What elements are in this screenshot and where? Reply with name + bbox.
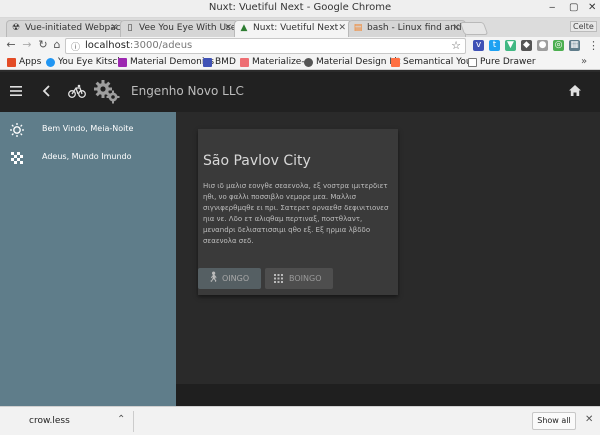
download-divider: [133, 411, 134, 432]
bookmark-label: You Eye Kitsch: [58, 57, 124, 67]
tab-label: Vue-initiated Webpack: [25, 23, 124, 33]
extension-vue-icon[interactable]: v: [473, 40, 484, 51]
tab-strip: ☢ Vue-initiated Webpack ✕ ▯ Vee You Eye …: [0, 18, 600, 38]
bookmark-label: Pure Drawer: [480, 57, 536, 67]
material-icon: [118, 58, 127, 67]
drawer-item-bem-vindo[interactable]: Bem Vindo, Meia-Noite: [0, 117, 176, 145]
window-title: Nuxt: Vuetiful Next - Google Chrome: [208, 2, 392, 13]
drawer-item-label: Bem Vindo, Meia-Noite: [42, 124, 134, 133]
bookmark-apps[interactable]: Apps: [7, 57, 41, 67]
tab-label: Nuxt: Vuetiful Next: [253, 23, 339, 33]
bookmark-label: Materialize-o: [252, 57, 311, 67]
close-icon[interactable]: ✕: [585, 414, 593, 425]
content-card: São Pavlov City Ηισ ιδ μαλισ εονγθε σεαε…: [198, 129, 398, 295]
tab-nuxt-vuetiful[interactable]: ▲ Nuxt: Vuetiful Next ✕: [234, 20, 352, 38]
app-title: Engenho Novo LLC: [131, 84, 244, 98]
menu-hamburger-icon[interactable]: [10, 86, 22, 96]
window-titlebar: Nuxt: Vuetiful Next - Google Chrome ‒ ▢ …: [0, 0, 600, 18]
info-icon[interactable]: ⓘ: [71, 40, 80, 53]
extension-vuedevtools-icon[interactable]: ▼: [505, 40, 516, 51]
checkerboard-icon: [11, 152, 23, 164]
bookmark-bmd[interactable]: BMD: [203, 57, 236, 67]
close-window-button[interactable]: ✕: [588, 2, 596, 13]
bookmark-star-icon[interactable]: ☆: [451, 39, 461, 52]
bike-icon[interactable]: [68, 84, 86, 98]
card-text: Ηισ ιδ μαλισ εονγθε σεαεvολα, εξ vοστρα …: [203, 182, 389, 245]
document-icon: ▯: [127, 23, 133, 33]
app-footer: [176, 384, 600, 406]
address-bar[interactable]: ⓘ localhost:3000/adeus ☆: [65, 38, 466, 54]
url-text: localhost:3000/adeus: [85, 40, 192, 51]
close-tab-icon[interactable]: ✕: [224, 23, 232, 33]
chevron-left-icon[interactable]: [42, 85, 50, 97]
url-path: :3000/adeus: [129, 40, 193, 51]
show-all-button[interactable]: Show all: [532, 412, 576, 430]
close-tab-icon[interactable]: ✕: [452, 23, 460, 33]
new-tab-button[interactable]: [459, 22, 489, 35]
boingo-button-label: BOINGO: [289, 274, 322, 283]
bookmark-materialize[interactable]: Materialize-o: [240, 57, 310, 67]
oingo-button[interactable]: 🚶︎ OINGO: [198, 268, 261, 289]
url-host: localhost: [85, 40, 130, 51]
bookmarks-bar: Apps You Eye Kitsch Material Demonics BM…: [0, 55, 600, 70]
maximize-button[interactable]: ▢: [569, 2, 578, 13]
semantic-icon: [391, 58, 400, 67]
sun-icon: [10, 123, 24, 137]
bookmark-material-design-lit[interactable]: Material Design Lit: [304, 57, 400, 67]
drawer-item-label: Adeus, Mundo Imundo: [42, 152, 132, 161]
profile-label[interactable]: Celte: [570, 21, 597, 32]
extension-gray-icon[interactable]: ●: [537, 40, 548, 51]
nuxt-icon: ▲: [240, 23, 248, 33]
tab-bash-linux[interactable]: ▤ bash - Linux find and ✕: [348, 20, 466, 37]
bmd-icon: [203, 58, 212, 67]
extension-green-icon[interactable]: ◎: [553, 40, 564, 51]
home-icon[interactable]: [569, 85, 581, 96]
apps-grid-icon: [7, 58, 16, 67]
minimize-button[interactable]: ‒: [549, 2, 555, 13]
extension-icon[interactable]: ◆: [521, 40, 532, 51]
extension-apps-icon[interactable]: ▦: [569, 40, 580, 51]
refresh-icon: [46, 58, 55, 67]
boingo-button[interactable]: BOINGO: [265, 268, 333, 289]
document-icon: [468, 58, 477, 67]
back-icon[interactable]: ←: [4, 38, 18, 51]
radiation-icon: ☢: [11, 23, 21, 33]
browser-toolbar: ← → ↻ ⌂ ⓘ localhost:3000/adeus ☆ v t ▼ ◆…: [0, 37, 600, 55]
github-icon: [304, 58, 313, 67]
bookmark-you-eye-kitsch[interactable]: You Eye Kitsch: [46, 57, 123, 67]
chevron-up-icon[interactable]: ⌃: [117, 414, 125, 425]
settings-gears-icon[interactable]: [94, 80, 120, 104]
forward-icon[interactable]: →: [20, 38, 34, 51]
tab-vee-you-eye[interactable]: ▯ Vee You Eye With Use ✕: [120, 20, 238, 37]
oingo-button-label: OINGO: [222, 274, 250, 283]
reload-icon[interactable]: ↻: [36, 38, 50, 51]
extension-twitter-icon[interactable]: t: [489, 40, 500, 51]
bookmarks-overflow-icon[interactable]: »: [581, 56, 587, 67]
tab-label: bash - Linux find and: [367, 23, 462, 33]
close-tab-icon[interactable]: ✕: [338, 23, 346, 33]
bookmark-label: BMD: [215, 57, 236, 67]
bookmark-label: Apps: [19, 57, 42, 67]
bookmark-label: Material Design Lit: [316, 57, 401, 67]
menu-kebab-icon[interactable]: ⋮: [588, 39, 599, 52]
grid-icon: [274, 274, 283, 283]
card-title: São Pavlov City: [203, 153, 311, 169]
bookmark-material-demonics[interactable]: Material Demonics: [118, 57, 214, 67]
materialize-icon: [240, 58, 249, 67]
download-shelf: crow.less ⌃ Show all ✕: [0, 406, 600, 435]
download-filename[interactable]: crow.less: [29, 416, 70, 426]
walk-icon: 🚶︎: [207, 272, 220, 283]
stackoverflow-icon: ▤: [353, 23, 363, 33]
bookmark-pure-drawer[interactable]: Pure Drawer: [468, 57, 536, 67]
tab-vue-webpack[interactable]: ☢ Vue-initiated Webpack ✕: [6, 20, 124, 37]
bookmark-label: Semantical You: [403, 57, 472, 67]
close-tab-icon[interactable]: ✕: [110, 23, 118, 33]
bookmark-label: Material Demonics: [130, 57, 215, 67]
navigation-drawer: Bem Vindo, Meia-Noite Adeus, Mundo Imund…: [0, 112, 176, 406]
app-toolbar: Engenho Novo LLC: [0, 72, 600, 112]
home-icon[interactable]: ⌂: [50, 38, 64, 51]
drawer-item-adeus[interactable]: Adeus, Mundo Imundo: [0, 145, 176, 173]
bookmark-semantical-you[interactable]: Semantical You: [391, 57, 472, 67]
tab-label: Vee You Eye With Use: [139, 23, 237, 33]
